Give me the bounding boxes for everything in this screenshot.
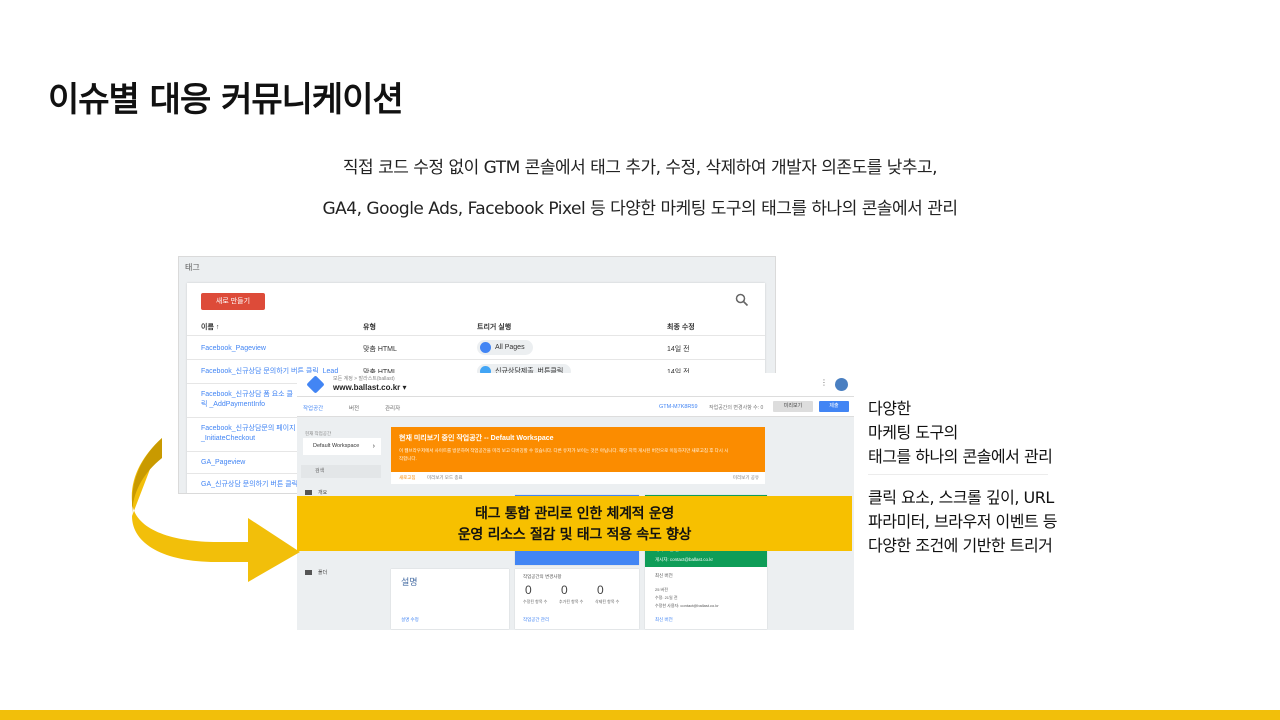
tag-name[interactable]: Facebook_신규상담 폼 요소 클릭 _AddPaymentInfo — [201, 390, 296, 410]
col-header-trigger: 트리거 실행 — [477, 324, 512, 331]
workspace-changes-title: 작업공간의 변경사항 — [523, 574, 562, 579]
note-divider — [868, 474, 1048, 475]
deleted-label: 삭제된 항목 수 — [595, 599, 620, 604]
search-placeholder: 검색 — [315, 468, 325, 474]
banner-line-1: 태그 통합 관리로 인한 체계적 운영 — [475, 506, 674, 522]
modified-count: 0 — [525, 583, 532, 597]
note-line: 태그를 하나의 콘솔에서 관리 — [868, 447, 1053, 466]
refresh-link[interactable]: 새로고침 — [399, 472, 416, 484]
deleted-count: 0 — [597, 583, 604, 597]
preview-notice: 현재 미리보기 중인 작업공간 -- Default Workspace 이 웹… — [391, 427, 765, 472]
avatar[interactable] — [835, 378, 848, 391]
gtm-logo-icon — [306, 375, 325, 394]
tab-admin[interactable]: 관리자 — [385, 404, 400, 412]
more-vert-icon[interactable]: ⋮ — [820, 378, 828, 387]
eye-icon — [480, 342, 491, 353]
subtitle-line-2: GA4, Google Ads, Facebook Pixel 등 다양한 마케… — [322, 199, 958, 219]
sidebar-search[interactable]: 검색 — [301, 465, 381, 478]
trigger-chip: All Pages — [477, 340, 533, 355]
description-card: 설명 설명 수정 — [391, 569, 509, 629]
tag-type: 맞춤 HTML — [363, 346, 397, 353]
latest-version-link[interactable]: 최신 버전 — [655, 617, 673, 623]
tags-header: 태그 — [185, 263, 200, 272]
workspace-changes-card: 작업공간의 변경사항 0 0 0 수정된 항목 수 추가된 항목 수 삭제된 항… — [515, 569, 639, 629]
preview-notice-desc: 이 웹브라우저에서 사이트를 방문하여 작업공간을 미리 보고 디버깅할 수 있… — [399, 448, 729, 461]
container-id[interactable]: GTM-M7K8R59 — [659, 404, 698, 410]
note-line: 파라미터, 브라우저 이벤트 등 — [868, 512, 1057, 531]
preview-notice-title: 현재 미리보기 중인 작업공간 -- Default Workspace — [399, 435, 554, 442]
preview-notice-actions: 새로고침 미리보기 모드 종료 미리보기 공유 — [391, 472, 765, 484]
note-line: 다양한 조건에 기반한 트리거 — [868, 536, 1053, 555]
highlight-banner: 태그 통합 관리로 인한 체계적 운영 운영 리소스 절감 및 태그 적용 속도… — [297, 496, 852, 551]
submit-button[interactable]: 제출 — [819, 401, 849, 412]
version-number: 25 버전 — [655, 587, 668, 592]
added-label: 추가된 항목 수 — [559, 599, 584, 604]
preview-button[interactable]: 미리보기 — [773, 401, 813, 412]
search-icon[interactable] — [735, 293, 749, 307]
breadcrumb[interactable]: 모든 계정 > 발라스트(ballast) — [333, 375, 395, 382]
version-modified: 수정: 21일 전 — [655, 595, 678, 600]
subtitle-line-1: 직접 코드 수정 없이 GTM 콘솔에서 태그 추가, 수정, 삭제하여 개발자… — [342, 158, 938, 178]
note-tag-management: 다양한 마케팅 도구의 태그를 하나의 콘솔에서 관리 — [868, 397, 1053, 469]
banner-line-2: 운영 리소스 절감 및 태그 적용 속도 향상 — [457, 527, 692, 543]
description-title: 설명 — [401, 577, 418, 587]
note-line: 클릭 요소, 스크롤 깊이, URL — [868, 488, 1054, 507]
sidebar-item-folders[interactable]: 폴더 — [305, 569, 327, 576]
note-line: 마케팅 도구의 — [868, 423, 958, 442]
version-modified-by: 수정한 사용자: contact@ballast.co.kr — [655, 603, 719, 608]
container-selector[interactable]: www.ballast.co.kr ▾ — [333, 383, 407, 392]
added-count: 0 — [561, 583, 568, 597]
chevron-right-icon: › — [372, 443, 375, 450]
col-header-name[interactable]: 이름 ↑ — [201, 322, 219, 332]
share-preview-link[interactable]: 미리보기 공유 — [733, 472, 759, 484]
col-header-type: 유형 — [363, 324, 376, 331]
new-tag-button[interactable]: 새로 만들기 — [201, 293, 265, 310]
gtm-topbar: 모든 계정 > 발라스트(ballast) www.ballast.co.kr … — [297, 373, 854, 397]
workspace-name: Default Workspace — [313, 443, 360, 449]
note-line: 다양한 — [868, 399, 911, 418]
trigger-label: All Pages — [495, 344, 525, 351]
workspace-label: 현재 작업공간 — [305, 431, 332, 436]
manage-workspace-link[interactable]: 작업공간 관리 — [523, 617, 549, 623]
note-triggers: 클릭 요소, 스크롤 깊이, URL 파라미터, 브라우저 이벤트 등 다양한 … — [868, 486, 1057, 558]
slide: 이슈별 대응 커뮤니케이션 직접 코드 수정 없이 GTM 콘솔에서 태그 추가… — [0, 0, 1280, 720]
latest-version-label: 최신 버전 — [655, 573, 673, 578]
curved-arrow-icon — [131, 438, 300, 582]
modified-label: 수정된 항목 수 — [523, 599, 548, 604]
exit-preview-link[interactable]: 미리보기 모드 종료 — [427, 472, 463, 484]
edit-description-link[interactable]: 설명 수정 — [401, 617, 419, 623]
table-row[interactable]: Facebook_Pageview 맞춤 HTML All Pages 14일 … — [187, 335, 765, 359]
bottom-accent-bar — [0, 710, 1280, 720]
sidebar-item-overview[interactable]: 개요 — [305, 489, 327, 496]
slide-title: 이슈별 대응 커뮤니케이션 — [48, 80, 404, 120]
workspace-tabbar: 작업공간 버전 관리자 GTM-M7K8R59 작업공간의 변경사항 수: 0 … — [297, 397, 854, 419]
col-header-modified: 최종 수정 — [667, 324, 695, 331]
workspace-change-count: 작업공간의 변경사항 수: 0 — [709, 405, 764, 411]
live-version-user: 게시자: contact@ballast.co.kr — [655, 557, 714, 562]
tag-name[interactable]: Facebook_Pageview — [201, 344, 266, 354]
tag-modified: 14일 전 — [667, 346, 690, 353]
tab-versions[interactable]: 버전 — [349, 404, 359, 412]
sidebar-item-label: 폴더 — [318, 570, 328, 576]
workspace-selector[interactable]: Default Workspace › — [303, 438, 381, 455]
